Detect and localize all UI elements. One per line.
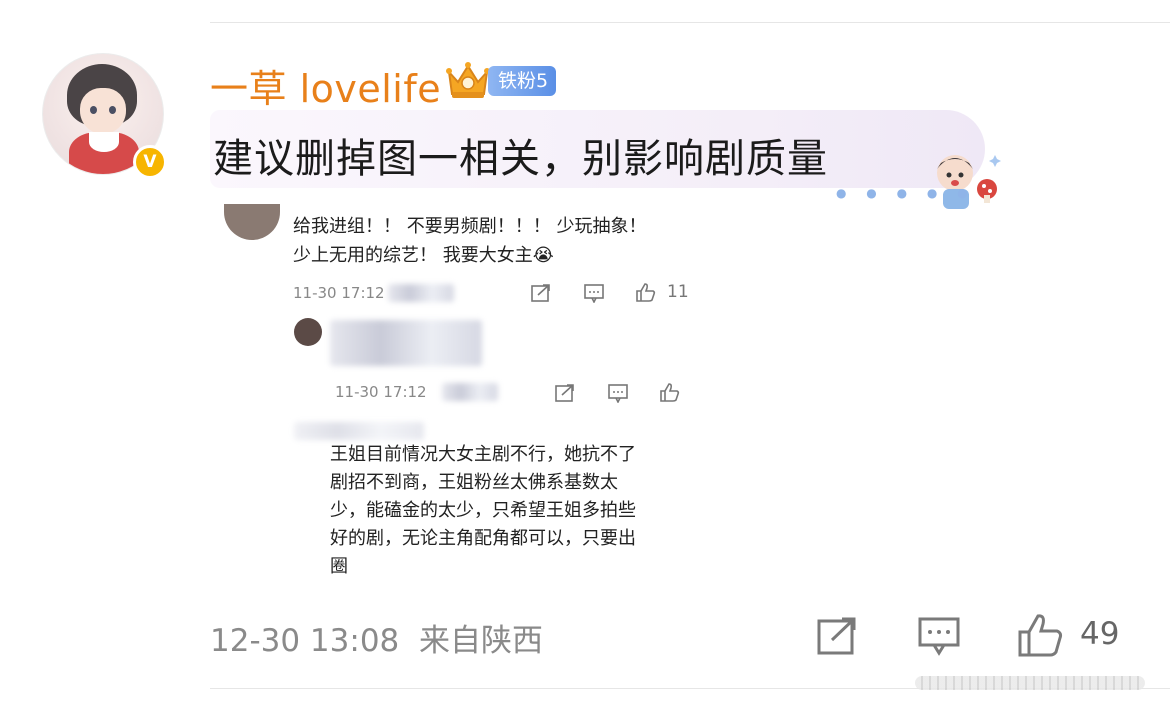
avatar-face [80,88,126,134]
comment-icon-2[interactable] [607,383,629,403]
reply1-like-count: 11 [667,282,689,302]
like-icon[interactable] [635,282,657,302]
thumbs-up-icon[interactable] [1017,612,1065,658]
reply-icon[interactable] [917,616,961,656]
reply3-line2: 剧招不到商，王姐粉丝太佛系基数太 [330,472,618,493]
crown-icon [446,62,490,98]
fan-level-badge[interactable]: 铁粉5 [488,66,557,96]
reply3-line3: 少，能磕金的太少，只希望王姐多拍些 [330,500,636,521]
bubble-sticker-icon [937,155,1001,209]
comment-text: 建议删掉图一相关，别影响剧质量 [213,136,828,182]
comment-time: 12-30 13:08 [210,623,400,659]
avatar-collar [89,132,119,152]
share-icon-2[interactable] [554,383,576,403]
comment-location: 来自陕西 [419,623,543,659]
reply1-line2: 少上无用的综艺！ 我要大女主😭 [293,245,554,266]
blurred-reply3-header [294,422,424,440]
top-divider [210,22,1170,23]
avatar-eye-right [109,106,116,114]
reply3-line1: 王姐目前情况大女主剧不行，她抗不了 [330,444,636,465]
paw-decoration: ● ● ● ● ● [836,186,976,200]
reply1-line1: 给我进组！！ 不要男频剧！！！ 少玩抽象！ [293,216,647,237]
reply2-time: 11-30 17:12 [335,383,427,401]
reply1-time: 11-30 17:12 [293,284,385,302]
blurred-location [388,284,454,302]
reply2-avatar [294,318,322,346]
username-link[interactable]: 一草 lovelife [210,58,441,113]
reply3-line5: 圈 [330,556,348,577]
repost-icon[interactable] [816,616,858,656]
horizontal-scrollbar[interactable] [915,676,1145,690]
verified-icon: V [133,145,167,179]
reply1-avatar [224,204,280,240]
share-icon[interactable] [530,283,552,303]
embedded-screenshot[interactable]: 给我进组！！ 不要男频剧！！！ 少玩抽象！ 少上无用的综艺！ 我要大女主😭 11… [210,200,730,580]
blurred-location-2 [442,383,498,401]
blurred-reply2-text [330,320,482,366]
comment-icon[interactable] [583,283,605,303]
like-count: 49 [1080,616,1120,652]
comment-timestamp: 12-30 13:08 来自陕西 [210,615,543,660]
avatar-eye-left [90,106,97,114]
like-icon-2[interactable] [659,382,681,402]
reply3-line4: 好的剧，无论主角配角都可以，只要出 [330,528,636,549]
